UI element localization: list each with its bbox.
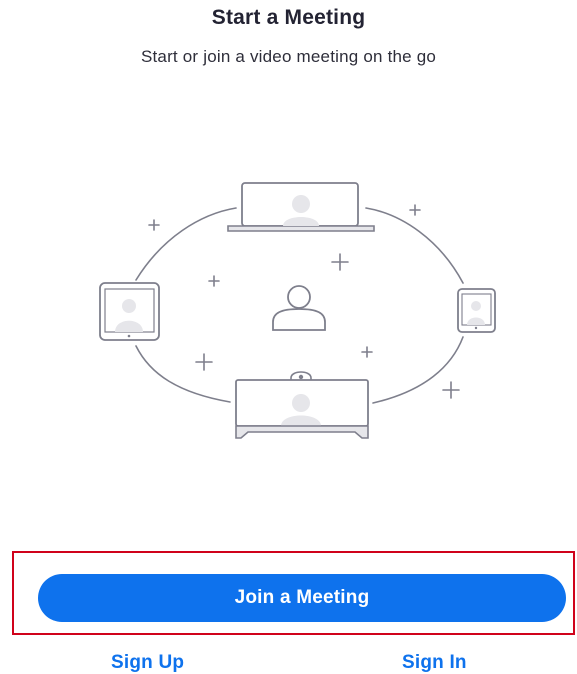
- plus-icon: [331, 253, 349, 271]
- plus-icon: [442, 381, 460, 399]
- plus-icon: [148, 219, 160, 231]
- sign-up-link[interactable]: Sign Up: [111, 652, 184, 674]
- plus-icon: [208, 275, 220, 287]
- plus-icon: [409, 204, 421, 216]
- plus-icon: [195, 353, 213, 371]
- ring-arc-top-right: [365, 207, 464, 284]
- user-icon: [272, 285, 326, 331]
- plus-icons: [148, 204, 460, 399]
- join-meeting-button[interactable]: Join a Meeting: [38, 574, 566, 622]
- desktop-monitor-icon: [235, 371, 369, 439]
- plus-icon: [361, 346, 373, 358]
- ring-arc-top-left: [135, 207, 237, 281]
- tablet-icon: [99, 282, 160, 341]
- ring-arc-bottom-right: [372, 336, 464, 404]
- laptop-icon: [227, 182, 375, 232]
- sign-in-link[interactable]: Sign In: [402, 652, 467, 674]
- ring-arc-bottom-left: [135, 345, 231, 403]
- phone-icon: [457, 288, 496, 333]
